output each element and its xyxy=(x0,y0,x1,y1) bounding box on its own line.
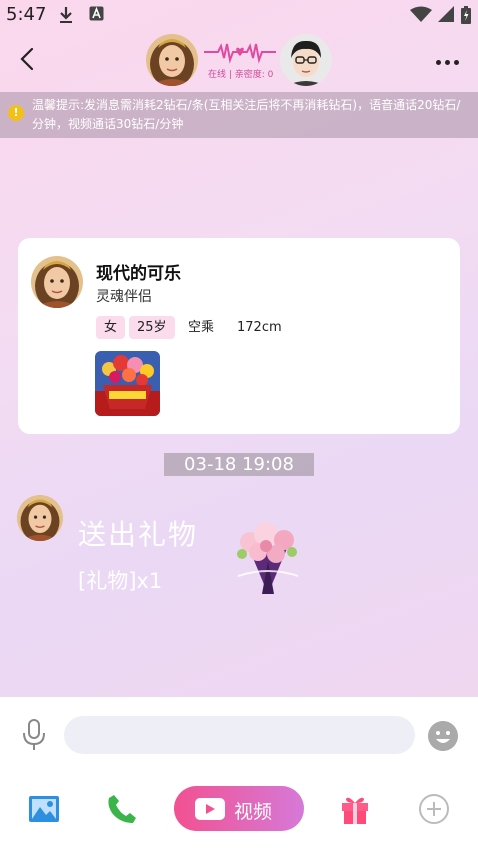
more-dot xyxy=(454,60,459,65)
message-input[interactable] xyxy=(64,716,415,754)
flower-basket-icon xyxy=(95,351,160,416)
phone-icon[interactable] xyxy=(106,793,138,825)
profile-relationship: 灵魂伴侣 xyxy=(96,289,152,305)
woman-avatar-icon xyxy=(146,34,198,86)
status-bar: 5:47 xyxy=(0,0,478,30)
profile-name: 现代的可乐 xyxy=(96,264,181,284)
signal-icon xyxy=(438,6,454,22)
message-sender-avatar[interactable] xyxy=(17,495,63,541)
profile-avatar[interactable] xyxy=(31,256,83,308)
gift-icon[interactable] xyxy=(340,793,370,825)
more-dot xyxy=(445,60,450,65)
tag-height: 172cm xyxy=(237,320,282,335)
tag-occupation: 空乘 xyxy=(188,320,215,335)
gift-message-detail: [礼物]x1 xyxy=(78,569,163,593)
back-arrow-icon[interactable] xyxy=(14,44,42,74)
emoji-icon[interactable] xyxy=(427,720,459,752)
online-intimacy-status: 在线 | 亲密度: 0 xyxy=(208,70,274,80)
download-icon xyxy=(60,7,72,23)
bouquet-gift-icon[interactable] xyxy=(228,516,308,596)
video-call-label: 视频 xyxy=(234,801,273,823)
profile-photo-thumbnail[interactable] xyxy=(95,351,160,416)
wifi-icon xyxy=(410,6,432,22)
my-avatar[interactable] xyxy=(280,34,332,86)
woman-avatar-icon xyxy=(17,495,63,541)
more-dot xyxy=(436,60,441,65)
chat-timestamp: 03-18 19:08 xyxy=(164,453,314,476)
video-camera-icon xyxy=(195,798,225,820)
heartbeat-icon xyxy=(204,43,276,64)
gift-message-title: 送出礼物 xyxy=(78,518,199,551)
woman-avatar-icon xyxy=(31,256,83,308)
text-a-icon xyxy=(89,6,104,21)
battery-icon xyxy=(461,6,471,24)
status-time: 5:47 xyxy=(6,4,47,25)
tag-gender: 女 xyxy=(96,316,126,339)
microphone-icon[interactable] xyxy=(20,718,48,752)
warning-icon: ! xyxy=(8,105,24,121)
other-user-avatar[interactable] xyxy=(146,34,198,86)
more-options-button[interactable] xyxy=(434,50,468,68)
plus-circle-icon[interactable] xyxy=(418,793,450,825)
tag-age: 25岁 xyxy=(129,316,175,339)
image-icon[interactable] xyxy=(28,795,60,823)
notice-text: 温馨提示:发消息需消耗2钻石/条(互相关注后将不再消耗钻石)，语音通话20钻石/… xyxy=(32,98,461,131)
man-avatar-icon xyxy=(280,34,332,86)
